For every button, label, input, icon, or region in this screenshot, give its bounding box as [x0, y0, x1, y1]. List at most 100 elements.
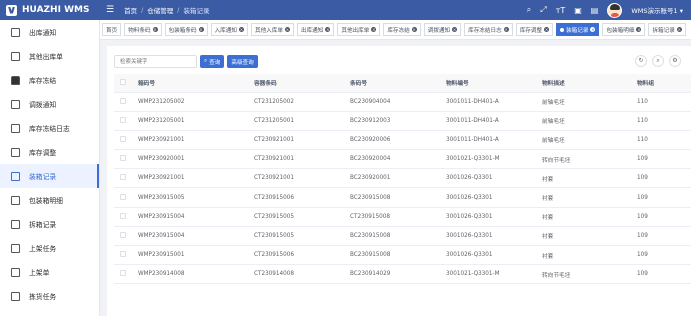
col-material-group[interactable]: 物料组 — [631, 74, 691, 93]
sidebar-item-picking-task[interactable]: 拣货任务 — [0, 284, 99, 308]
table-row[interactable]: WMP230915004 CT230915005 BC230915008 300102… — [114, 226, 691, 247]
table-cell: 109 — [631, 207, 691, 227]
tab-unbox-record[interactable]: 拆箱记录 × — [648, 23, 686, 36]
sidebar-item-unbox-record[interactable]: 拆箱记录 — [0, 212, 99, 236]
tab-material-barcode[interactable]: 物料条码 × — [124, 23, 162, 36]
refresh-icon[interactable]: ↻ — [635, 55, 647, 67]
search-toggle-icon[interactable]: ⌕ — [652, 55, 664, 67]
close-icon[interactable]: × — [544, 27, 550, 32]
unbox-icon — [11, 219, 20, 229]
row-checkbox[interactable] — [120, 251, 126, 258]
table-cell: 转向节毛坯 — [536, 149, 631, 170]
tab-other-outbound[interactable]: 其他出库单 × — [337, 23, 381, 36]
close-icon[interactable]: × — [152, 27, 158, 32]
row-checkbox[interactable] — [120, 155, 126, 162]
row-checkbox[interactable] — [120, 231, 126, 238]
col-material-desc[interactable]: 物料描述 — [536, 74, 631, 93]
sidebar-item-inventory-adjust[interactable]: 库存调整 — [0, 140, 99, 164]
table-cell: 前轴毛坯 — [536, 92, 631, 112]
message-icon[interactable]: ▤ — [591, 6, 599, 15]
table-cell: WMP230920001 — [132, 149, 248, 170]
close-icon[interactable]: × — [676, 27, 682, 32]
search-icon[interactable]: ⌕ — [527, 5, 531, 15]
sidebar-item-box-detail[interactable]: 包装箱明细 — [0, 188, 99, 212]
search-input[interactable] — [114, 55, 197, 68]
settings-icon[interactable]: ⚙ — [669, 55, 681, 67]
close-icon[interactable]: × — [238, 27, 244, 32]
row-checkbox[interactable] — [120, 193, 126, 200]
close-icon[interactable]: × — [371, 27, 377, 32]
tab-outbound-notice[interactable]: 出库通知 × — [296, 23, 335, 36]
table-cell: CT230915006 — [248, 187, 344, 208]
tab-freeze-log[interactable]: 库存冻结日志 × — [464, 23, 513, 36]
table-row[interactable]: WMP230921001 CT230921001 BC230920001 300102… — [114, 168, 691, 189]
advanced-query-button[interactable]: 高级查询 — [227, 55, 258, 68]
row-checkbox[interactable] — [120, 174, 126, 181]
close-icon[interactable]: × — [452, 27, 458, 32]
row-checkbox[interactable] — [120, 116, 126, 123]
col-box-code[interactable]: 箱码号 — [132, 74, 248, 93]
logo-icon — [6, 4, 17, 16]
table-row[interactable]: WMP230915005 CT230915006 BC230915008 300102… — [114, 187, 691, 208]
table-row[interactable]: WMP231205002 CT231205002 BC230904004 300101… — [114, 92, 691, 112]
table-cell: 3001026-Q3301 — [440, 245, 536, 266]
row-checkbox[interactable] — [120, 270, 126, 277]
query-button[interactable]: ⌕ 查询 — [200, 55, 225, 68]
close-icon[interactable]: × — [503, 27, 509, 32]
sidebar-item-freeze-log[interactable]: 库存冻结日志 — [0, 116, 99, 140]
table-row[interactable]: WMP230915001 CT230915006 BC230915008 300102… — [114, 245, 691, 266]
table-row[interactable]: WMP230915004 CT230915005 CT230915008 300102… — [114, 207, 691, 227]
row-checkbox[interactable] — [120, 97, 126, 104]
select-all-checkbox[interactable] — [120, 78, 126, 85]
sidebar-item-packing-record[interactable]: 装箱记录 — [0, 164, 99, 188]
adjust-chart-icon — [11, 147, 20, 157]
table-row[interactable]: WMP230920001 CT230921001 BC230920004 300102… — [114, 149, 691, 170]
avatar[interactable] — [607, 2, 623, 18]
tab-box-detail[interactable]: 包装箱明细 × — [602, 23, 646, 36]
tab-home[interactable]: 首页 — [102, 23, 122, 36]
table-row[interactable]: WMP230921001 CT230921001 BC230920006 300101… — [114, 130, 691, 151]
close-icon[interactable]: × — [590, 27, 596, 32]
close-icon[interactable]: × — [325, 27, 331, 32]
table-row[interactable]: WMP231205001 CT231205001 BC230912003 300101… — [114, 111, 691, 131]
tab-other-inbound[interactable]: 其他入库单 × — [250, 23, 294, 36]
tab-inbound-notice[interactable]: 入库通知 × — [210, 23, 248, 36]
table-cell: 110 — [631, 130, 691, 151]
tab-packing-record[interactable]: 装箱记录 × — [556, 23, 600, 36]
tab-transfer-notice[interactable]: 调拨通知 × — [423, 23, 462, 36]
col-container-barcode[interactable]: 容器条码 — [248, 74, 344, 93]
language-icon[interactable]: ▣ — [574, 6, 582, 15]
app-title: HUAZHI WMS — [22, 5, 90, 15]
tab-inventory-freeze[interactable]: 库存冻结 × — [383, 23, 421, 36]
table-row[interactable]: WMP230914008 CT230914008 BC230914029 300102… — [114, 264, 691, 285]
menu-toggle-icon[interactable]: ☰ — [106, 5, 114, 15]
col-material-no[interactable]: 物料编号 — [440, 74, 536, 93]
packing-record-table: 箱码号 容器条码 条码号 物料编号 物料描述 物料组 WMP231205002 C… — [114, 74, 691, 285]
sidebar-item-inventory-freeze[interactable]: 库存冻结 — [0, 68, 99, 92]
table-cell: BC230915008 — [344, 226, 440, 247]
top-bar: HUAZHI WMS ☰ 首页 / 仓储管理 / 装箱记录 ⌕ ⤢ тT ▣ ▤… — [0, 0, 691, 20]
close-icon[interactable]: × — [284, 27, 290, 32]
breadcrumb-home[interactable]: 首页 — [124, 5, 137, 15]
sidebar-item-outbound-notice[interactable]: 出库通知 — [0, 20, 99, 44]
breadcrumb-warehouse[interactable]: 仓储管理 — [147, 5, 173, 15]
table-cell: BC230904004 — [344, 92, 440, 112]
tabs-bar: 首页 物料条码 × 包装箱条码 × 入库通知 × 其他入库单 × 出库通知 × 其他出库单… — [100, 20, 691, 40]
row-checkbox[interactable] — [120, 212, 126, 219]
font-size-icon[interactable]: тT — [556, 6, 566, 15]
sidebar-item-shelf-task[interactable]: 上架任务 — [0, 236, 99, 260]
row-checkbox[interactable] — [120, 135, 126, 142]
inbox-out-icon — [11, 51, 20, 61]
tab-box-barcode[interactable]: 包装箱条码 × — [164, 23, 208, 36]
fullscreen-icon[interactable]: ⤢ — [540, 5, 546, 15]
tab-inventory-adjust[interactable]: 库存调整 × — [515, 23, 554, 36]
close-icon[interactable]: × — [636, 27, 642, 32]
close-icon[interactable]: × — [198, 27, 204, 32]
close-icon[interactable]: × — [411, 27, 417, 32]
table-cell: CT230921001 — [248, 168, 344, 189]
user-name[interactable]: WMS演示账号1 ▾ — [631, 5, 683, 15]
col-barcode[interactable]: 条码号 — [344, 74, 440, 93]
sidebar-item-transfer-notice[interactable]: 调拨通知 — [0, 92, 99, 116]
sidebar-item-other-outbound[interactable]: 其他出库单 — [0, 44, 99, 68]
sidebar-item-shelf-doc[interactable]: 上架单 — [0, 260, 99, 284]
